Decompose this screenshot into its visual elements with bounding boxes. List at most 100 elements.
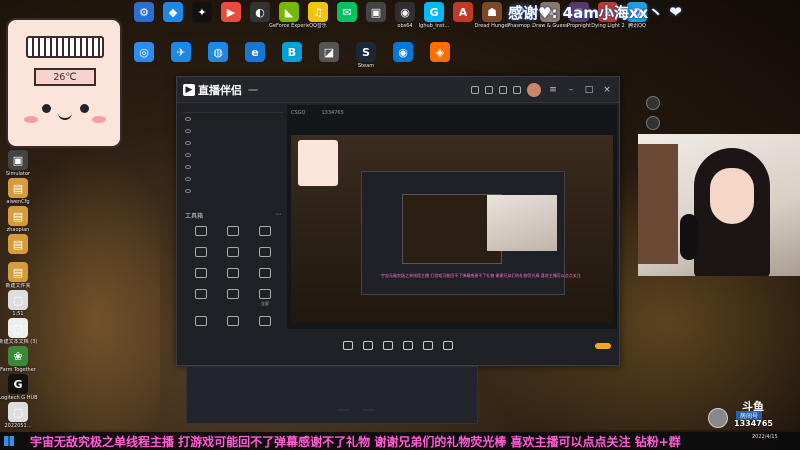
desktop-icon[interactable]: ◉ [385,42,421,63]
toolbox-item[interactable] [217,289,249,307]
desktop-icon[interactable]: e [237,42,273,63]
toolbox-item[interactable] [249,226,281,238]
app-logo: ▶ 直播伴侣 [183,82,242,98]
desktop-icon-label: aiwenCfg [6,199,30,205]
scene-item[interactable] [183,125,283,137]
streaming-app-window: ▶ 直播伴侣 ≡ – □ × 工具箱 ⋯ 全屏 CSGO 1334765 宇宙无… [176,76,620,366]
tool-icon [259,289,271,299]
desktop-icon[interactable]: ◎ [126,42,162,63]
control-item[interactable] [423,340,433,352]
control-item[interactable] [383,340,393,352]
toolbox-grid: 全屏 [183,226,283,328]
scrolling-ticker: 宇宙无敌究极之单线程主播 打游戏可能回不了弹幕感谢不了礼物 谢谢兄弟们的礼物荧光… [30,434,681,449]
desktop-icon[interactable]: ✈ [163,42,199,63]
scene-item[interactable] [183,137,283,149]
desktop-icon-label: Simulator [5,171,31,177]
toolbox-item[interactable] [249,247,281,259]
scene-item[interactable] [183,161,283,173]
scene-list [183,113,283,197]
toolbox-item[interactable] [249,268,281,280]
desktop-icon[interactable]: S Steam [348,42,384,69]
toolbox-item[interactable] [217,268,249,280]
desktop-icon[interactable]: ▤ [0,234,36,255]
tool-icon [227,268,239,278]
toolbox-item[interactable] [217,247,249,259]
toolbox-item[interactable] [185,316,217,328]
secondary-button-a[interactable] [337,409,349,411]
close-icon[interactable]: × [601,85,613,95]
heart-icon: ❤ [669,3,682,21]
eye-icon[interactable] [185,189,191,193]
more-icon[interactable]: ⋯ [275,211,281,220]
secondary-button-b[interactable] [363,409,375,411]
desktop-icon[interactable]: ◪ [311,42,347,63]
app-icon: ▤ [8,234,28,254]
system-tray-clock[interactable]: 2022/4/15 [752,434,778,441]
start-stream-button[interactable] [595,343,611,349]
desktop-icon[interactable]: ▤ aiwenCfg [0,178,36,205]
control-icon [363,340,373,350]
desktop-icon[interactable]: G Logitech G HUB [0,374,38,401]
control-item[interactable] [403,340,413,352]
eye-icon[interactable] [185,129,191,133]
windows-start-icon[interactable] [4,436,14,446]
settings-icon[interactable] [513,85,521,94]
eye-icon[interactable] [185,141,191,145]
toolbox-item[interactable] [185,226,217,238]
desktop-icon[interactable]: ▤ zhaopian [0,206,36,233]
app-icon: ◉ [395,2,415,22]
chart-icon[interactable] [499,85,507,94]
scene-item[interactable] [183,113,283,125]
toolbox-item[interactable] [217,226,249,238]
mascot-air-conditioner: 26℃ [6,18,122,148]
scene-item[interactable] [183,173,283,185]
app-logo-icon: ▶ [183,83,195,96]
eye-icon[interactable] [185,153,191,157]
desktop-icon-label: 新建文件夹 [5,283,31,289]
desktop-icon-label: Farm Together [0,367,36,373]
control-icon [423,340,433,350]
desktop-icon[interactable]: ❀ Farm Together [0,346,36,373]
room-number: 1334765 [734,419,773,428]
gift-icon[interactable] [485,85,493,94]
streamer-avatar [708,408,728,428]
desktop-icon[interactable]: ▤ 新建文件夹 [0,262,36,289]
mascot-mouth [58,112,72,120]
desktop-icon[interactable]: ◈ [422,42,458,63]
mascot-temperature-display: 26℃ [34,68,96,86]
app-icon: e [245,42,265,62]
toolbox-item[interactable] [249,316,281,328]
version-badge[interactable] [248,88,258,91]
control-item[interactable] [443,340,453,352]
scene-tabs [183,105,283,113]
menu-icon[interactable]: ≡ [547,85,559,95]
eye-icon[interactable] [185,117,191,121]
desktop-icon[interactable]: B [274,42,310,63]
toolbox-item[interactable] [185,268,217,280]
maximize-icon[interactable]: □ [583,85,595,95]
desktop-icon[interactable]: ▣ Simulator [0,150,36,177]
eye-icon[interactable] [185,177,191,181]
rail-icon-2[interactable] [646,116,660,130]
toolbox-item[interactable] [185,289,217,307]
user-avatar[interactable] [527,82,541,97]
rail-icon-1[interactable] [646,96,660,110]
desktop-icon[interactable]: ▢ 2022051... [0,402,36,429]
control-item[interactable] [363,340,373,352]
mascot-eye-right [80,104,89,113]
app-icon: ◣ [279,2,299,22]
scene-item[interactable] [183,149,283,161]
message-icon[interactable] [471,85,479,94]
control-item[interactable] [343,340,353,352]
toolbox-item-label: 全屏 [261,301,269,306]
desktop-icon[interactable]: ◍ [200,42,236,63]
tool-icon [195,289,207,299]
minimize-icon[interactable]: – [565,85,577,95]
desktop-icon[interactable]: ▢ 1:51 [0,290,36,317]
eye-icon[interactable] [185,165,191,169]
desktop-icon[interactable]: ▢ 新建文本文档 (3) [0,318,37,345]
toolbox-item[interactable] [217,316,249,328]
scene-item[interactable] [183,185,283,197]
toolbox-item[interactable] [185,247,217,259]
toolbox-item[interactable]: 全屏 [249,289,281,307]
